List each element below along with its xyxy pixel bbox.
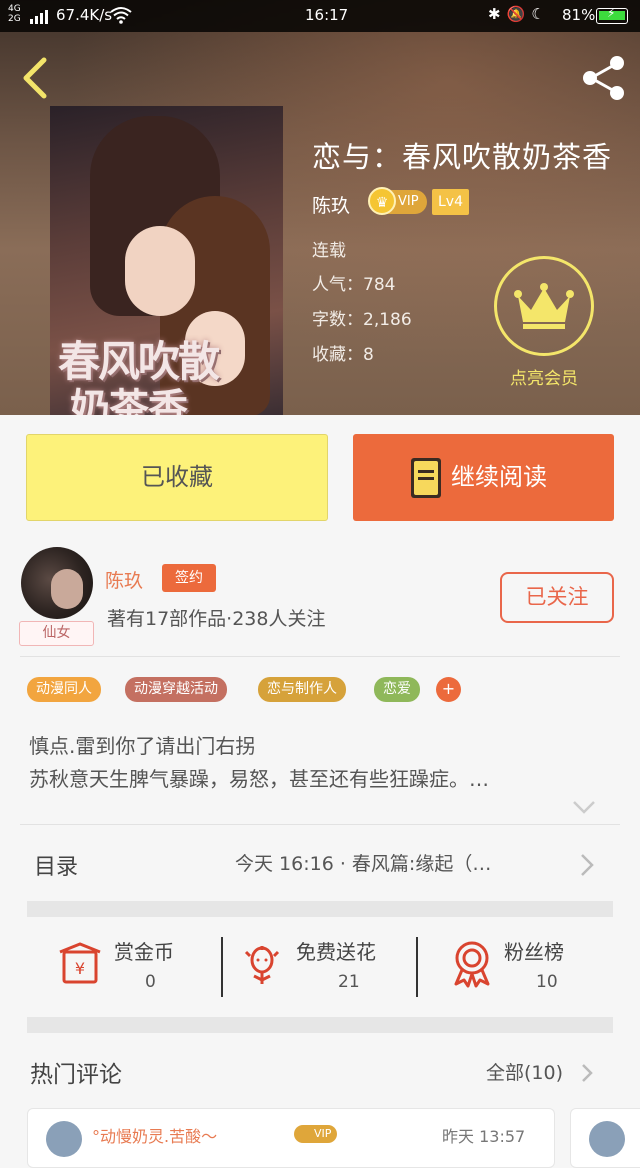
summary-line-1: 慎点.雷到你了请出门右拐 — [29, 734, 256, 758]
free-flowers[interactable]: 免费送花 21 — [236, 930, 416, 1000]
latest-chapter: 今天 16:16 · 春风篇:缘起（… — [235, 853, 492, 875]
coins-label: 赏金币 — [114, 940, 174, 964]
book-header: 4G 2G 67.4K/s 16:17 ✱🔕☾ 81% ⚡ 春风吹散 奶茶香 恋… — [0, 0, 640, 415]
section-gap — [27, 1017, 613, 1033]
network-type: 4G 2G — [8, 4, 21, 24]
author-name[interactable]: 陈玖 — [105, 566, 143, 593]
commenter-avatar[interactable] — [46, 1121, 82, 1157]
comment-time: 昨天 13:57 — [442, 1127, 526, 1146]
book-author[interactable]: 陈玖 — [312, 191, 350, 218]
follow-button[interactable]: 已关注 — [500, 572, 614, 623]
svg-text:¥: ¥ — [75, 959, 85, 978]
divider — [20, 656, 620, 657]
separator — [221, 937, 223, 997]
flower-icon — [244, 946, 280, 984]
separator — [416, 937, 418, 997]
share-button[interactable] — [578, 52, 630, 104]
tag[interactable]: 动漫同人 — [27, 677, 101, 702]
level-badge: Lv4 — [432, 189, 469, 215]
wifi-icon — [110, 7, 132, 24]
vip-badge: ♛ VIP — [368, 187, 427, 215]
flowers-value: 21 — [338, 972, 360, 992]
fans-value: 10 — [536, 972, 558, 992]
hot-comments-title: 热门评论 — [30, 1062, 122, 1088]
commenter-name[interactable]: °动慢奶灵.苦酸～ — [92, 1123, 217, 1147]
comment-card[interactable]: °动慢奶灵.苦酸～ VIP 昨天 13:57 — [27, 1108, 555, 1168]
continue-reading-label: 继续阅读 — [451, 463, 547, 491]
favorite-count: 收藏：8 — [312, 345, 374, 365]
tag[interactable]: 恋与制作人 — [258, 677, 346, 702]
battery-icon: ⚡ — [596, 6, 628, 24]
toc-label: 目录 — [34, 855, 79, 880]
coins-value: 0 — [145, 972, 156, 992]
share-icon — [583, 56, 624, 100]
comment-card[interactable] — [570, 1108, 640, 1168]
chevron-right-icon — [581, 854, 594, 876]
expand-chevron-icon[interactable] — [572, 799, 596, 815]
popularity: 人气：784 — [312, 275, 396, 295]
back-arrow-icon — [23, 57, 47, 99]
flowers-label: 免费送花 — [296, 940, 376, 964]
commenter-avatar[interactable] — [589, 1121, 625, 1157]
all-comments-link[interactable]: 全部(10) — [486, 1058, 563, 1085]
signed-badge: 签约 — [162, 564, 216, 592]
author-avatar[interactable] — [21, 547, 93, 619]
bluetooth-icon: ✱ — [488, 5, 507, 23]
tag[interactable]: 动漫穿越活动 — [125, 677, 227, 702]
summary-line-2: 苏秋意天生脾气暴躁，易怒，甚至还有些狂躁症。… — [29, 767, 489, 791]
status-icons: ✱🔕☾ — [488, 5, 551, 23]
fans-label: 粉丝榜 — [504, 940, 564, 964]
chevron-right-icon[interactable] — [580, 1062, 594, 1084]
serial-status: 连载 — [312, 241, 346, 261]
section-gap — [27, 901, 613, 917]
back-button[interactable] — [18, 56, 54, 100]
member-label: 点亮会员 — [510, 369, 578, 389]
medal-icon — [454, 941, 490, 988]
tag[interactable]: 恋爱 — [374, 677, 420, 702]
crown-icon — [514, 283, 574, 329]
author-works-info: 著有17部作品·238人关注 — [107, 608, 326, 630]
mute-icon: 🔕 — [506, 5, 532, 23]
network-speed: 67.4K/s — [56, 6, 113, 24]
add-tag-button[interactable]: + — [436, 677, 461, 702]
collected-button[interactable]: 已收藏 — [26, 434, 328, 521]
red-envelope-icon: ¥ — [59, 942, 101, 984]
member-button[interactable]: 点亮会员 — [494, 256, 594, 389]
crown-icon: ♛ — [368, 187, 396, 215]
avatar-tag: 仙女 — [19, 621, 94, 646]
vip-badge: VIP — [294, 1125, 338, 1143]
continue-reading-button[interactable]: 继续阅读 — [353, 434, 614, 521]
reward-coins[interactable]: ¥ 赏金币 0 — [50, 930, 220, 1000]
cover-subtitle: 奶茶香 — [70, 385, 188, 415]
moon-icon: ☾ — [531, 5, 551, 23]
book-icon — [411, 458, 441, 498]
word-count: 字数：2,186 — [312, 310, 412, 330]
status-bar: 4G 2G 67.4K/s 16:17 ✱🔕☾ 81% ⚡ — [0, 0, 640, 32]
book-cover[interactable]: 春风吹散 奶茶香 — [50, 106, 283, 415]
battery-percent: 81% — [562, 6, 596, 24]
signal-icon — [30, 10, 48, 24]
clock: 16:17 — [305, 6, 349, 24]
book-title: 恋与：春风吹散奶茶香 — [312, 140, 613, 174]
fan-ranking[interactable]: 粉丝榜 10 — [444, 930, 614, 1000]
